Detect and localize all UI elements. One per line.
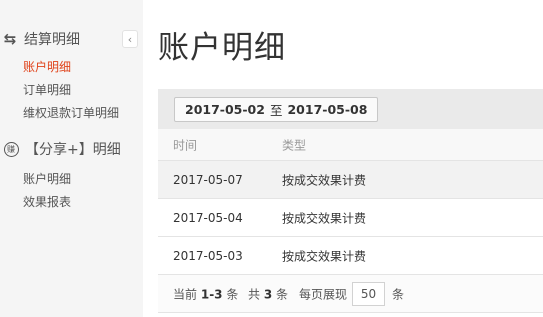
row-type: 按成交效果计费 [282,173,367,187]
group-settlement-title: 结算明细 [24,32,80,48]
column-header-type: 类型 [282,138,307,152]
table-row[interactable]: 2017-05-03 按成交效果计费 [158,237,543,275]
row-date: 2017-05-07 [173,172,243,187]
page-size-select[interactable]: 50 [352,282,385,306]
pager-total-prefix: 共 [248,287,261,301]
row-date: 2017-05-04 [173,210,243,225]
group-share-title: 【分享+】明细 [25,142,121,158]
chevron-left-icon: ‹ [127,32,133,46]
date-range-button[interactable]: 2017-05-02 至 2017-05-08 [174,97,379,122]
pager-total-count: 3 [263,287,273,301]
pager-current-suffix: 条 [226,287,239,301]
column-header-time: 时间 [173,138,198,152]
sidebar-item-order-detail[interactable]: 订单明细 [23,81,71,98]
group-settlement-header: ⇆ 结算明细 [1,29,80,49]
sidebar-item-share-account-detail[interactable]: 账户明细 [23,170,71,187]
date-end: 2017-05-08 [287,102,368,117]
group-share-header: 赚 【分享+】明细 [2,139,121,159]
sidebar: ‹ ⇆ 结算明细 账户明细 订单明细 维权退款订单明细 赚 【分享+】明细 账户… [0,0,143,317]
date-separator: 至 [269,103,283,118]
row-date: 2017-05-03 [173,248,243,263]
date-start: 2017-05-02 [185,102,265,117]
pager-current-range: 1-3 [200,287,223,301]
pager-per-page-suffix: 条 [392,287,405,301]
table-header: 时间 类型 [158,129,543,161]
collapse-sidebar-button[interactable]: ‹ [122,30,138,48]
table-row[interactable]: 2017-05-07 按成交效果计费 [158,161,543,199]
pagination-bar: 当前 1-3 条 共 3 条 每页展现 50 条 [158,275,543,313]
share-icon: 赚 [2,140,20,158]
row-type: 按成交效果计费 [282,211,367,225]
account-detail-table: 时间 类型 2017-05-07 按成交效果计费 2017-05-04 按成交效… [158,129,543,313]
pager-current-prefix: 当前 [173,287,198,301]
pager-total: 共 3 条 [248,285,288,302]
pager-current: 当前 1-3 条 [173,285,238,302]
table-row[interactable]: 2017-05-04 按成交效果计费 [158,199,543,237]
pager-total-suffix: 条 [276,287,289,301]
sidebar-item-account-detail[interactable]: 账户明细 [23,58,71,75]
swap-icon: ⇆ [3,30,17,48]
filter-bar: 2017-05-02 至 2017-05-08 [158,89,543,129]
row-type: 按成交效果计费 [282,249,367,263]
page-title: 账户明细 [158,30,286,66]
pager-per-page-label: 每页展现 [299,287,348,301]
sidebar-item-refund-order-detail[interactable]: 维权退款订单明细 [23,104,119,121]
sidebar-item-effect-report[interactable]: 效果报表 [23,193,71,210]
